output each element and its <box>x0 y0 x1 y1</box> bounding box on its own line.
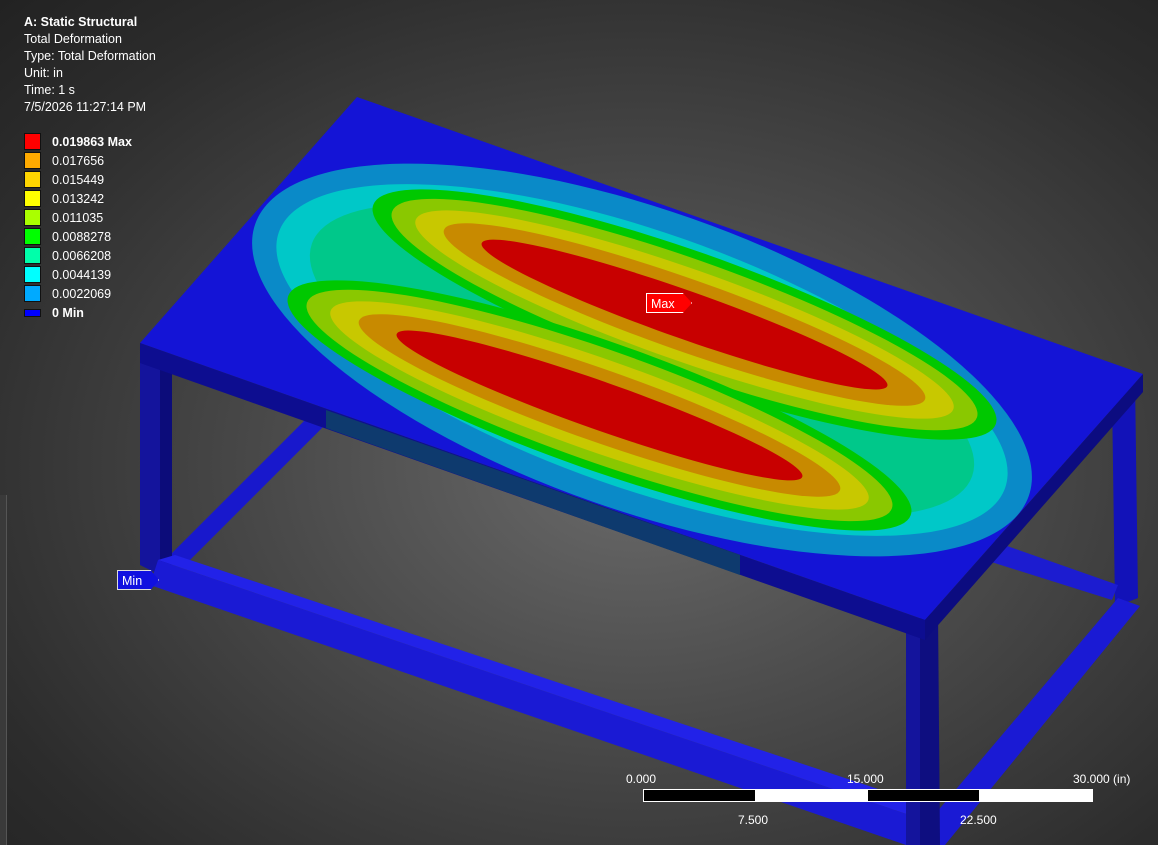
legend-row: 0.0066208 <box>24 246 132 265</box>
analysis-title: A: Static Structural <box>24 15 138 29</box>
legend-label: 0.011035 <box>52 210 104 225</box>
legend-label: 0.013242 <box>52 191 105 206</box>
scale-segment-3 <box>867 789 980 802</box>
max-probe-label[interactable]: Max <box>646 293 692 313</box>
legend-label: 0.015449 <box>52 172 105 187</box>
legend-row: 0.017656 <box>24 151 132 170</box>
legend-swatch <box>24 285 41 302</box>
scale-tick-22-5: 22.500 <box>960 813 997 827</box>
model-viewport[interactable] <box>0 0 1158 845</box>
scale-segment-1 <box>643 789 756 802</box>
result-unit: Unit: in <box>24 66 63 80</box>
table-top <box>140 97 1143 640</box>
contour-legend[interactable]: 0.019863 Max 0.017656 0.015449 0.013242 0.01… <box>24 132 132 322</box>
result-name: Total Deformation <box>24 32 122 46</box>
legend-label: 0.019863 Max <box>52 134 132 149</box>
legend-row: 0.0044139 <box>24 265 132 284</box>
legend-row: 0.0088278 <box>24 227 132 246</box>
legend-swatch <box>24 228 41 245</box>
left-back-rail <box>170 405 330 568</box>
legend-row: 0.015449 <box>24 170 132 189</box>
scale-tick-7-5: 7.500 <box>738 813 769 827</box>
scale-segment-2 <box>756 789 867 802</box>
front-left-leg-side <box>160 353 172 575</box>
legend-row: 0.0022069 <box>24 284 132 303</box>
legend-label: 0.0044139 <box>52 267 112 282</box>
scale-bar: 0.000 15.000 30.000 (in) 7.500 22.500 <box>610 770 1140 830</box>
legend-label: 0.0066208 <box>52 248 112 263</box>
front-left-leg <box>140 343 160 575</box>
legend-swatch <box>24 152 41 169</box>
result-timestamp: 7/5/2026 11:27:14 PM <box>24 100 147 114</box>
scale-tick-15: 15.000 <box>847 772 884 786</box>
result-time: Time: 1 s <box>24 83 75 97</box>
legend-swatch <box>24 247 41 264</box>
legend-row: 0.013242 <box>24 189 132 208</box>
legend-row: 0.019863 Max <box>24 132 132 151</box>
result-type: Type: Total Deformation <box>24 49 156 63</box>
legend-label-min: 0 Min <box>52 305 84 320</box>
legend-swatch <box>24 190 41 207</box>
legend-label: 0.0088278 <box>52 229 112 244</box>
legend-swatch <box>24 171 41 188</box>
legend-swatch-min <box>24 308 41 317</box>
min-probe-label[interactable]: Min <box>117 570 159 590</box>
legend-label: 0.0022069 <box>52 286 112 301</box>
scale-segment-4 <box>980 789 1093 802</box>
scale-tick-30: 30.000 (in) <box>1073 772 1131 786</box>
result-info: A: Static Structural Total Deformation T… <box>24 14 156 116</box>
legend-swatch <box>24 266 41 283</box>
legend-label: 0.017656 <box>52 153 105 168</box>
legend-swatch <box>24 133 41 150</box>
legend-swatch <box>24 209 41 226</box>
legend-row: 0.011035 <box>24 208 132 227</box>
scale-tick-0: 0.000 <box>626 772 657 786</box>
legend-row-min: 0 Min <box>24 303 132 322</box>
